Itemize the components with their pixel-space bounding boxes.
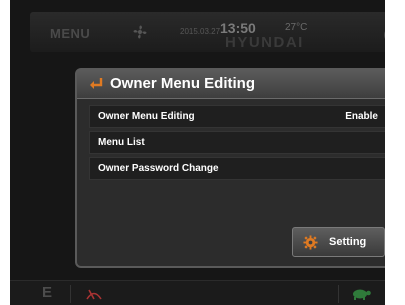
owner-menu-dialog: Owner Menu Editing Owner Menu Editing En… [75, 68, 385, 268]
gauge-icon[interactable] [383, 26, 385, 44]
divider [70, 285, 71, 303]
row-owner-password-change[interactable]: Owner Password Change [89, 157, 385, 180]
dialog-header: Owner Menu Editing [77, 70, 385, 99]
row-menu-list[interactable]: Menu List [89, 131, 385, 154]
brand-logo: HYUNDAI [225, 34, 304, 51]
menu-button[interactable]: MENU [50, 26, 90, 41]
gear-icon [303, 235, 318, 250]
top-status-bar: MENU 2015.03.27 13:50 27°C HYUNDAI [30, 12, 385, 52]
display-bezel: MENU 2015.03.27 13:50 27°C HYUNDAI Owner… [10, 0, 385, 305]
eco-mode-indicator: E [42, 284, 53, 301]
row-label: Owner Password Change [98, 163, 219, 174]
row-value-enable: Enable [345, 111, 378, 122]
back-arrow-icon[interactable] [88, 76, 104, 92]
row-label: Owner Menu Editing [98, 111, 195, 122]
setting-button-label: Setting [329, 236, 367, 248]
setting-button[interactable]: Setting [292, 227, 385, 257]
bottom-status-bar: E [10, 280, 385, 305]
turtle-icon [353, 289, 371, 300]
date-readout: 2015.03.27 [180, 27, 221, 36]
row-label: Menu List [98, 137, 145, 148]
fan-icon[interactable] [130, 22, 150, 42]
row-owner-menu-editing[interactable]: Owner Menu Editing Enable [89, 105, 385, 128]
dialog-title: Owner Menu Editing [110, 75, 255, 92]
temperature-readout: 27°C [285, 22, 308, 33]
wiper-icon [86, 289, 102, 300]
divider [338, 285, 339, 303]
